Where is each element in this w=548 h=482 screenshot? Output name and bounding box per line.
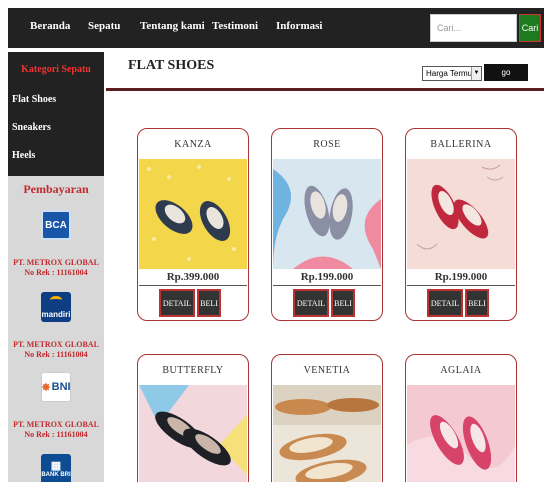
nav-testimoni[interactable]: Testimoni: [212, 20, 258, 32]
product-card-venetia[interactable]: VENETIA: [271, 354, 383, 482]
bni-logo-text: BNI: [51, 381, 71, 393]
sidebar: Kategori Sepatu Flat Shoes Sneakers Heel…: [8, 52, 104, 482]
top-navbar: Beranda Sepatu Tentang kami Testimoni In…: [8, 8, 544, 48]
header-divider: [106, 88, 544, 91]
category-sneakers[interactable]: Sneakers: [12, 122, 51, 133]
category-title: Kategori Sepatu: [21, 64, 91, 75]
product-price: Rp.199.000: [300, 271, 354, 283]
mandiri-wave-icon: [50, 296, 62, 304]
bank-account-name: PT. METROX GLOBAL: [13, 258, 99, 267]
bni-mark-icon: ✸: [41, 381, 51, 394]
card-divider: [407, 285, 515, 286]
nav-informasi[interactable]: Informasi: [276, 20, 322, 32]
product-card-ballerina[interactable]: BALLERINA Rp.199.000 DETAIL BELI: [405, 128, 517, 321]
product-image[interactable]: [273, 159, 381, 269]
bri-logo-text: BANK BRI: [41, 471, 71, 478]
product-name: BALLERINA: [430, 139, 492, 150]
detail-button[interactable]: DETAIL: [159, 289, 195, 317]
product-price: Rp.199.000: [434, 271, 488, 283]
buy-button[interactable]: BELI: [197, 289, 221, 317]
buy-button[interactable]: BELI: [331, 289, 355, 317]
category-flat-shoes[interactable]: Flat Shoes: [12, 94, 56, 105]
bca-logo-icon: BCA: [41, 210, 71, 240]
category-panel: Kategori Sepatu Flat Shoes Sneakers Heel…: [8, 52, 104, 176]
bank-account-number: No Rek : 11161004: [24, 430, 88, 439]
bni-logo-icon: ✸ BNI: [41, 372, 71, 402]
product-card-aglaia[interactable]: AGLAIA: [405, 354, 517, 482]
category-heels[interactable]: Heels: [12, 150, 35, 161]
product-card-kanza[interactable]: KANZA Rp.399.000 DETAIL BELI: [137, 128, 249, 321]
detail-button[interactable]: DETAIL: [293, 289, 329, 317]
bank-account-number: No Rek : 11161004: [24, 268, 88, 277]
product-image: [407, 385, 515, 482]
product-name: KANZA: [174, 139, 212, 150]
nav-tentang-kami[interactable]: Tentang kami: [140, 20, 205, 32]
search-input[interactable]: Cari...: [430, 14, 517, 42]
product-image[interactable]: [273, 385, 381, 482]
product-name: BUTTERFLY: [162, 365, 224, 376]
go-button[interactable]: go: [484, 64, 528, 81]
product-image: [139, 159, 247, 269]
product-name: AGLAIA: [440, 365, 482, 376]
product-card-butterfly[interactable]: BUTTERFLY: [137, 354, 249, 482]
product-image: [273, 385, 381, 482]
product-card-rose[interactable]: ROSE Rp.199.000 DETAIL BELI: [271, 128, 383, 321]
bank-account-name: PT. METROX GLOBAL: [13, 420, 99, 429]
page-title: FLAT SHOES: [128, 58, 215, 73]
product-image[interactable]: [139, 159, 247, 269]
bank-account-name: PT. METROX GLOBAL: [13, 340, 99, 349]
mandiri-logo-icon: mandiri: [41, 292, 71, 322]
mandiri-logo-text: mandiri: [41, 310, 71, 319]
buy-button[interactable]: BELI: [465, 289, 489, 317]
chevron-down-icon: ▼: [471, 67, 481, 80]
product-name: ROSE: [313, 139, 341, 150]
bank-account-number: No Rek : 11161004: [24, 350, 88, 359]
card-divider: [139, 285, 247, 286]
detail-button[interactable]: DETAIL: [427, 289, 463, 317]
product-name: VENETIA: [303, 365, 351, 376]
product-image: [273, 159, 381, 269]
product-image[interactable]: [407, 385, 515, 482]
search-button[interactable]: Cari: [519, 14, 541, 42]
product-price: Rp.399.000: [166, 271, 220, 283]
card-divider: [273, 285, 381, 286]
bri-mark-icon: ▦: [50, 459, 62, 472]
product-image[interactable]: [407, 159, 515, 269]
payment-title: Pembayaran: [23, 182, 89, 196]
product-image[interactable]: [139, 385, 247, 482]
bri-logo-icon: ▦ BANK BRI: [41, 454, 71, 482]
product-image: [407, 159, 515, 269]
product-image: [139, 385, 247, 482]
nav-beranda[interactable]: Beranda: [30, 20, 70, 32]
nav-sepatu[interactable]: Sepatu: [88, 20, 120, 32]
sort-select[interactable]: Harga Termurah ▼: [422, 66, 482, 81]
